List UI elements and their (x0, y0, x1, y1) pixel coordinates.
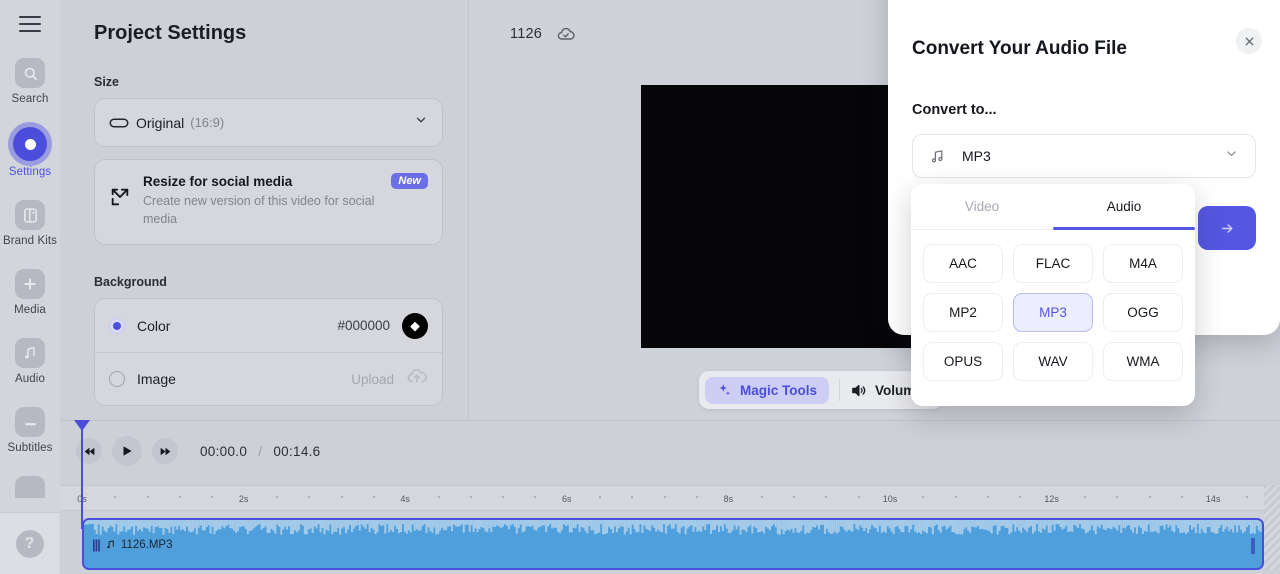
format-dropdown: Video Audio AAC FLAC M4A MP2 MP3 OGG OPUS WAV WM… (911, 184, 1195, 406)
chevron-down-icon (1224, 146, 1239, 166)
format-option-wav[interactable]: WAV (1013, 342, 1093, 381)
format-grid: AAC FLAC M4A MP2 MP3 OGG OPUS WAV WMA (911, 230, 1195, 395)
tab-audio[interactable]: Audio (1053, 184, 1195, 230)
format-option-ogg[interactable]: OGG (1103, 293, 1183, 332)
format-option-opus[interactable]: OPUS (923, 342, 1003, 381)
format-option-m4a[interactable]: M4A (1103, 244, 1183, 283)
convert-submit-button[interactable] (1198, 206, 1256, 250)
format-dropdown-tabs: Video Audio (911, 184, 1195, 230)
convert-to-label: Convert to... (912, 102, 997, 118)
format-select[interactable]: MP3 (912, 134, 1256, 178)
format-option-mp3[interactable]: MP3 (1013, 293, 1093, 332)
close-icon[interactable] (1236, 28, 1262, 54)
app-root: Search Settings Brand Kits Media Audio S… (0, 0, 1280, 574)
format-option-wma[interactable]: WMA (1103, 342, 1183, 381)
music-note-icon (929, 148, 946, 165)
format-option-aac[interactable]: AAC (923, 244, 1003, 283)
modal-overlay: Convert Your Audio File Convert to... MP… (0, 0, 1280, 574)
arrow-right-icon (1219, 220, 1236, 237)
format-option-flac[interactable]: FLAC (1013, 244, 1093, 283)
tab-video[interactable]: Video (911, 184, 1053, 229)
modal-title: Convert Your Audio File (912, 38, 1127, 59)
format-option-mp2[interactable]: MP2 (923, 293, 1003, 332)
format-select-value: MP3 (962, 148, 991, 164)
